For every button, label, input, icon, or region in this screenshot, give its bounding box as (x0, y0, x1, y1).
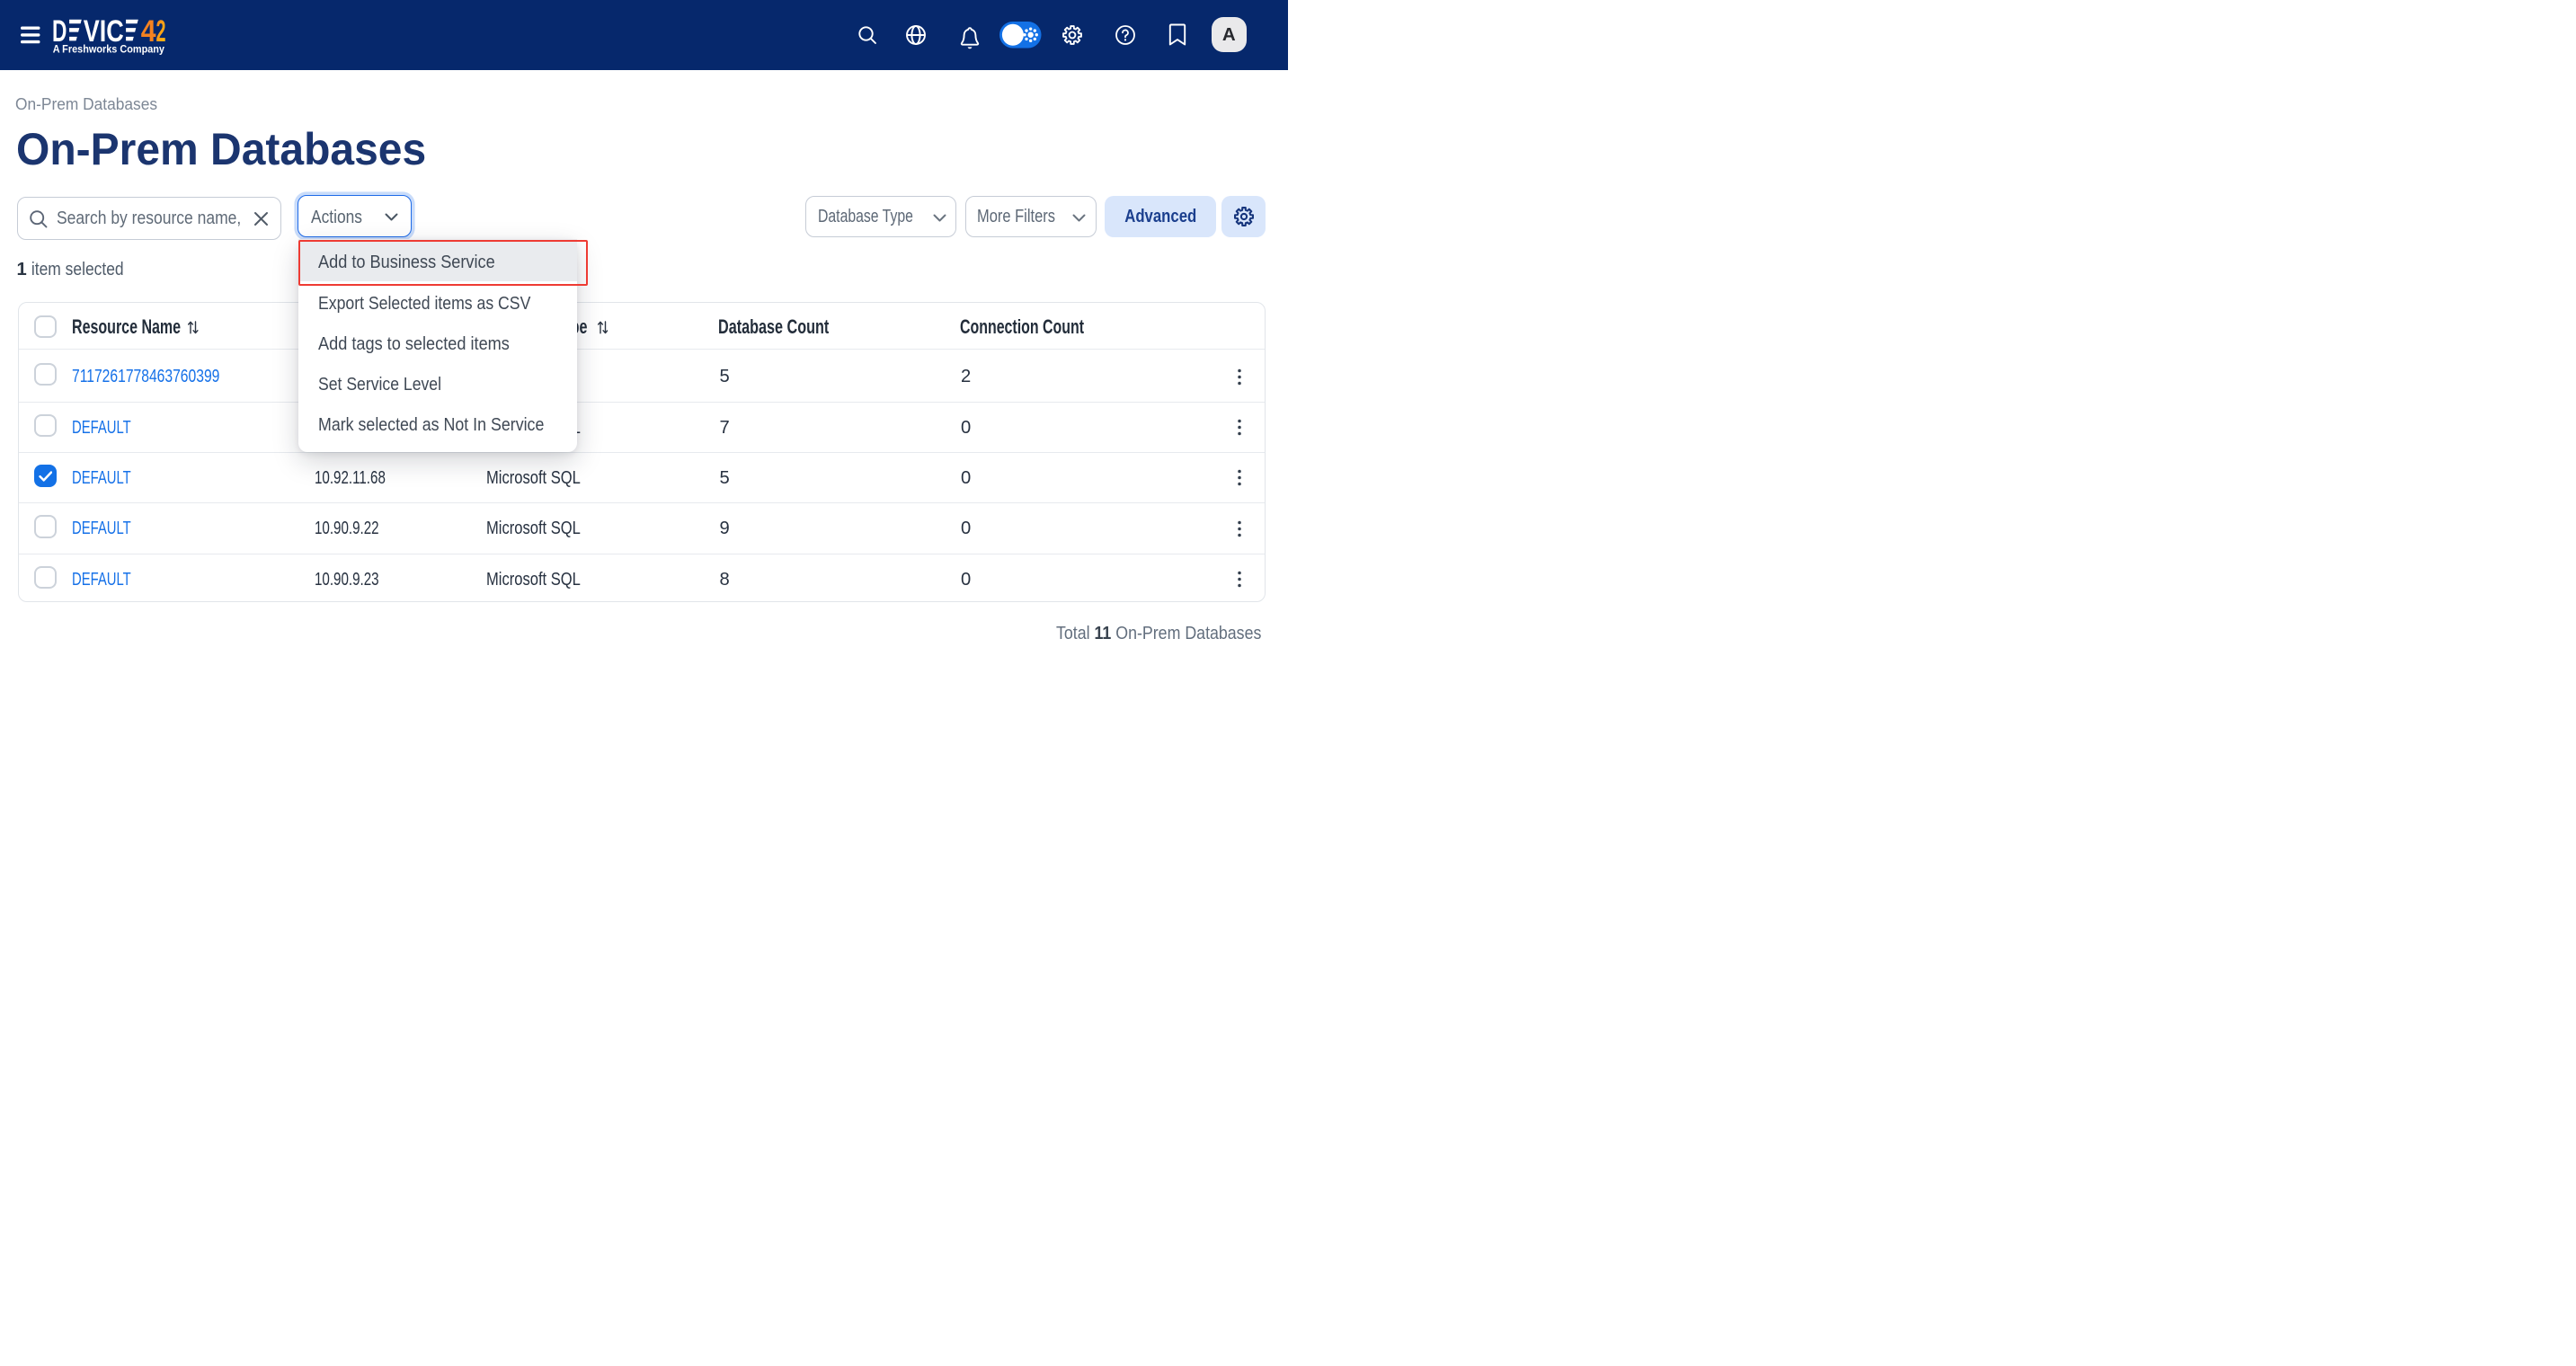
svg-text:A Freshworks Company: A Freshworks Company (53, 43, 165, 56)
